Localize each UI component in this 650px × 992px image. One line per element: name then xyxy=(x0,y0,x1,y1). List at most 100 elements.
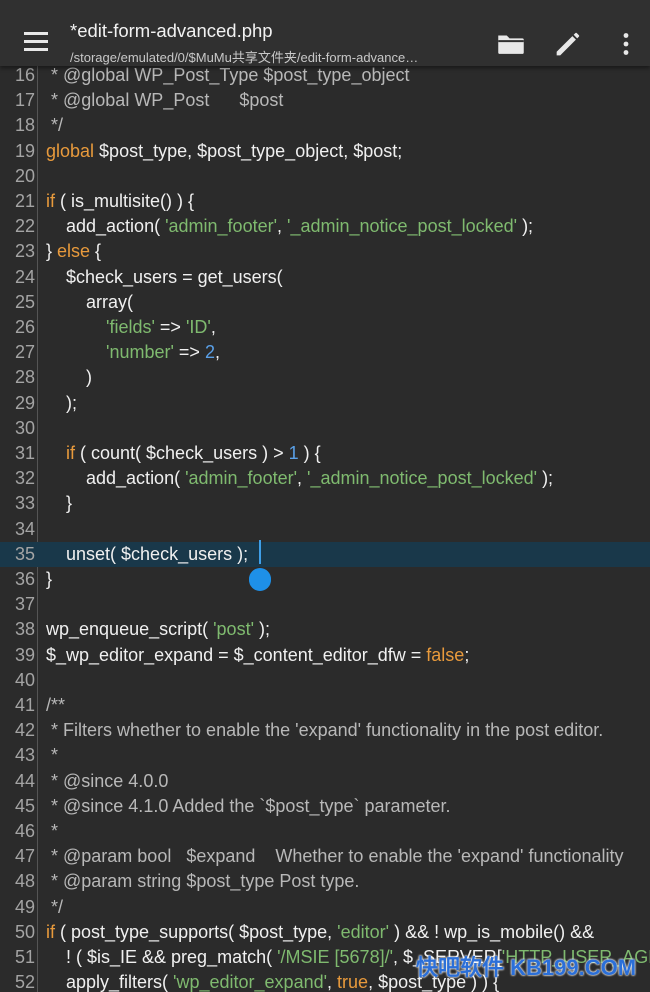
code-line[interactable]: 25 array( xyxy=(0,290,650,315)
line-number: 28 xyxy=(14,367,35,388)
line-number: 23 xyxy=(14,241,35,262)
line-number: 39 xyxy=(14,644,35,665)
code-line[interactable]: 41 /** xyxy=(0,693,650,718)
code-line[interactable]: 40 xyxy=(0,668,650,693)
code-line[interactable]: 38 wp_enqueue_script( 'post' ); xyxy=(0,617,650,642)
code-token: apply_filters( xyxy=(46,972,174,992)
code-token: ); xyxy=(517,216,534,237)
line-code: unset( $check_users ); xyxy=(46,542,248,567)
code-line[interactable]: 29 ); xyxy=(0,391,650,416)
line-code: ) xyxy=(46,365,92,390)
code-line[interactable]: 28 ) xyxy=(0,365,650,390)
code-token: true xyxy=(337,972,369,992)
code-token: false xyxy=(426,644,465,665)
code-line[interactable]: 27 'number' => 2, xyxy=(0,340,650,365)
code-token: 'admin_footer' xyxy=(165,216,278,237)
code-line[interactable]: 18 */ xyxy=(0,113,650,138)
line-number: 38 xyxy=(14,619,35,640)
code-line[interactable]: 47 * @param bool $expand Whether to enab… xyxy=(0,844,650,869)
code-token: * xyxy=(46,821,59,841)
line-code: if ( count( $check_users ) > 1 ) { xyxy=(46,441,321,466)
code-token: 'number' xyxy=(106,342,174,363)
code-token: */ xyxy=(46,115,64,136)
code-token: { xyxy=(90,241,102,262)
line-code: * @since 4.0.0 xyxy=(46,769,168,794)
code-editor[interactable]: 16 * @global WP_Post_Type $post_type_obj… xyxy=(0,66,650,992)
code-line[interactable]: 16 * @global WP_Post_Type $post_type_obj… xyxy=(0,66,650,88)
code-line[interactable]: 17 * @global WP_Post $post xyxy=(0,88,650,113)
line-number: 26 xyxy=(14,317,35,337)
code-line[interactable]: 49 */ xyxy=(0,895,650,920)
code-line[interactable]: 50 if ( post_type_supports( $post_type, '… xyxy=(0,920,650,945)
code-token: 'admin_footer' xyxy=(185,468,298,489)
line-number: 43 xyxy=(14,745,35,766)
code-line[interactable]: 48 * @param string $post_type Post type. xyxy=(0,869,650,894)
line-number: 41 xyxy=(14,695,35,715)
line-code: * @since 4.1.0 Added the `$post_type` pa… xyxy=(46,794,451,819)
line-code: * @global WP_Post_Type $post_type_object xyxy=(46,66,410,88)
line-number: 40 xyxy=(14,669,35,690)
line-code: array( xyxy=(46,290,133,315)
code-token: * @since 4.1.0 Added the `$post_type` pa… xyxy=(46,795,451,816)
code-line[interactable]: 30 xyxy=(0,416,650,441)
code-token: , xyxy=(210,317,216,337)
code-token: ( count( $check_users ) > xyxy=(75,443,289,463)
code-line[interactable]: 19 global $post_type, $post_type_object, … xyxy=(0,139,650,164)
code-line[interactable]: 37 xyxy=(0,592,650,617)
code-token: 'post' xyxy=(213,619,255,640)
code-token: * Filters whether to enable the 'expand'… xyxy=(46,720,604,741)
code-line[interactable]: 42 * Filters whether to enable the 'expa… xyxy=(0,718,650,743)
code-token: * @since 4.0.0 xyxy=(46,770,169,791)
code-token: ( is_multisite() ) { xyxy=(55,191,195,211)
line-number: 21 xyxy=(14,191,35,211)
menu-button[interactable] xyxy=(14,21,56,63)
code-line[interactable]: 32 add_action( 'admin_footer', '_admin_n… xyxy=(0,466,650,491)
code-line[interactable]: 26 'fields' => 'ID', xyxy=(0,315,650,340)
line-number: 49 xyxy=(14,896,35,917)
code-line[interactable]: 44 * @since 4.0.0 xyxy=(0,769,650,794)
line-number: 42 xyxy=(14,720,35,741)
line-code: global $post_type, $post_type_object, $p… xyxy=(46,139,402,164)
line-number: 32 xyxy=(14,468,35,489)
line-number: 51 xyxy=(14,947,35,967)
edit-button[interactable] xyxy=(551,27,585,61)
code-line[interactable]: 22 add_action( 'admin_footer', '_admin_n… xyxy=(0,214,650,239)
code-line[interactable]: 33 } xyxy=(0,491,650,516)
code-token: add_action( xyxy=(46,468,186,489)
line-code: } else { xyxy=(46,239,101,264)
code-line[interactable]: 21 if ( is_multisite() ) { xyxy=(0,189,650,214)
code-line[interactable]: 36} xyxy=(0,567,650,592)
code-line[interactable]: 23 } else { xyxy=(0,239,650,264)
line-code: add_action( 'admin_footer', '_admin_noti… xyxy=(46,466,553,491)
code-line[interactable]: 31 if ( count( $check_users ) > 1 ) { xyxy=(0,441,650,466)
code-token: ); xyxy=(46,392,77,413)
line-code: * @global WP_Post $post xyxy=(46,88,283,113)
cursor-handle-icon[interactable] xyxy=(248,566,272,592)
line-code: 'fields' => 'ID', xyxy=(46,315,216,340)
line-number: 46 xyxy=(14,821,35,841)
code-token: 1 xyxy=(288,443,299,463)
code-token: 'editor' xyxy=(337,921,390,942)
code-line[interactable]: 24 $check_users = get_users( xyxy=(0,265,650,290)
code-token: if xyxy=(46,191,55,211)
open-folder-button[interactable] xyxy=(494,27,528,61)
code-line[interactable]: 35 unset( $check_users ); xyxy=(0,541,650,567)
line-number: 25 xyxy=(14,291,35,312)
pencil-icon xyxy=(556,32,580,56)
line-number: 44 xyxy=(14,770,35,791)
code-line[interactable]: 39 $_wp_editor_expand = $_content_editor_… xyxy=(0,643,650,668)
code-line[interactable]: 43 * xyxy=(0,743,650,768)
code-token: add_action( xyxy=(46,216,166,237)
code-line[interactable]: 45 * @since 4.1.0 Added the `$post_type`… xyxy=(0,794,650,819)
code-line[interactable]: 46 * xyxy=(0,819,650,844)
more-options-button[interactable] xyxy=(609,27,643,61)
line-code: ); xyxy=(46,391,77,416)
code-token: => xyxy=(173,342,205,363)
file-path: /storage/emulated/0/$MuMu共享文件夹/edit-form… xyxy=(70,50,419,65)
code-line[interactable]: 34 xyxy=(0,517,650,542)
code-token: ) && ! wp_is_mobile() && xyxy=(389,921,595,942)
code-line[interactable]: 20 xyxy=(0,164,650,189)
code-token: , xyxy=(277,216,288,237)
